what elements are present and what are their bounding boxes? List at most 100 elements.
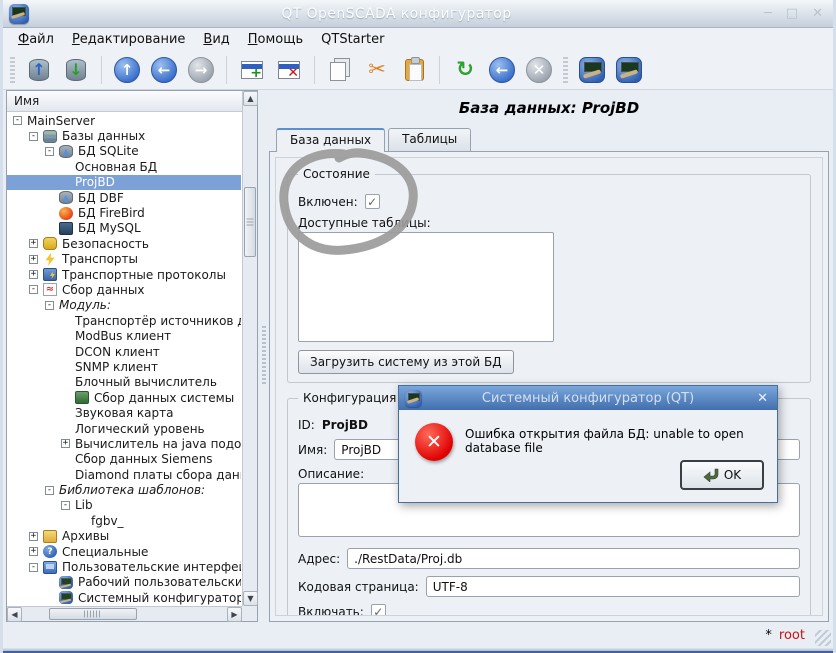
dialog-body: ✕ Ошибка открытия файла БД: unable to op… bbox=[399, 410, 777, 502]
tree-item--[interactable]: Транспортёр источников данных bbox=[7, 313, 241, 328]
tree-item--[interactable]: Основная БД bbox=[7, 159, 241, 174]
collapse-icon[interactable]: - bbox=[61, 501, 70, 510]
toolbar-grip[interactable] bbox=[10, 57, 15, 83]
menu-item-2[interactable]: Вид bbox=[194, 30, 238, 49]
back-button[interactable]: ← bbox=[148, 54, 180, 86]
refresh-button[interactable]: ↻ bbox=[449, 54, 481, 86]
expand-icon[interactable]: + bbox=[29, 255, 38, 264]
start-button[interactable]: ← bbox=[486, 54, 518, 86]
transports-icon bbox=[43, 253, 57, 266]
expand-icon[interactable]: + bbox=[61, 439, 70, 448]
tree-item--dbf[interactable]: БД DBF bbox=[7, 190, 241, 205]
tree-item-lib[interactable]: -Lib bbox=[7, 498, 241, 513]
tree-item--[interactable]: +Транспорты bbox=[7, 252, 241, 267]
resize-grip[interactable] bbox=[815, 630, 831, 646]
tree-item-fgbv-[interactable]: fgbv_ bbox=[7, 513, 241, 528]
tree-item--[interactable]: -Библиотека шаблонов: bbox=[7, 482, 241, 497]
tree-item--[interactable]: +Безопасность bbox=[7, 236, 241, 251]
tab-database[interactable]: База данных bbox=[276, 128, 385, 152]
collapse-icon[interactable]: - bbox=[45, 147, 54, 156]
forward-button[interactable]: → bbox=[185, 54, 217, 86]
tree-item-projbd[interactable]: ProjBD bbox=[7, 175, 241, 190]
tree-item--firebird[interactable]: БД FireBird bbox=[7, 205, 241, 220]
expand-icon[interactable]: + bbox=[29, 239, 38, 248]
scroll-left-icon[interactable]: ◀ bbox=[7, 607, 22, 622]
available-tables-list[interactable] bbox=[298, 232, 554, 342]
cut-button[interactable]: ✂ bbox=[361, 54, 393, 86]
copy-button[interactable] bbox=[324, 54, 356, 86]
remove-item-button[interactable]: ✕ bbox=[273, 54, 305, 86]
menu-item-1[interactable]: Редактирование bbox=[63, 30, 194, 49]
tree-item--sqlite[interactable]: -БД SQLite bbox=[7, 144, 241, 159]
tab-tables[interactable]: Таблицы bbox=[388, 128, 471, 151]
tree-item--[interactable]: Звуковая карта bbox=[7, 405, 241, 420]
db-group-icon bbox=[43, 130, 57, 143]
menu-item-3[interactable]: Помощь bbox=[239, 30, 312, 49]
titlebar[interactable]: QT OpenSCADA конфигуратор ─ □ ✕ bbox=[3, 0, 833, 28]
tree-item--[interactable]: -Сбор данных bbox=[7, 282, 241, 297]
collapse-icon[interactable]: - bbox=[29, 285, 38, 294]
menu-item-4[interactable]: QTStarter bbox=[312, 30, 393, 49]
enable-checkbox[interactable] bbox=[371, 604, 386, 616]
ok-button[interactable]: OK bbox=[680, 460, 764, 490]
tree-vertical-scrollbar[interactable]: ▲ ▼ bbox=[242, 91, 257, 606]
dialog-close-icon[interactable]: ✕ bbox=[754, 391, 771, 406]
toolbar-grip[interactable] bbox=[563, 57, 568, 83]
expand-icon[interactable]: + bbox=[29, 532, 38, 541]
tree-item-dcon-[interactable]: DCON клиент bbox=[7, 344, 241, 359]
codepage-input[interactable] bbox=[426, 576, 800, 597]
tree-item--[interactable]: Логический уровень bbox=[7, 421, 241, 436]
maximize-button[interactable]: □ bbox=[786, 6, 798, 21]
status-star: * bbox=[765, 628, 772, 643]
tree-item--[interactable]: Блочный вычислитель bbox=[7, 375, 241, 390]
paste-button[interactable] bbox=[398, 54, 430, 86]
tree-item--siemens[interactable]: Сбор данных Siemens bbox=[7, 452, 241, 467]
collapse-icon[interactable]: - bbox=[13, 116, 22, 125]
stop-button[interactable]: ✕ bbox=[523, 54, 555, 86]
tree-item--qt-[interactable]: Системный конфигуратор (QT) bbox=[7, 590, 241, 605]
enabled-checkbox[interactable] bbox=[365, 194, 380, 209]
tree-header[interactable]: Имя bbox=[7, 91, 257, 112]
load-from-db-button[interactable]: ↑ bbox=[23, 54, 55, 86]
tree-item--[interactable]: +Архивы bbox=[7, 529, 241, 544]
tree-item-mainserver[interactable]: -MainServer bbox=[7, 113, 241, 128]
scroll-down-icon[interactable]: ▼ bbox=[243, 591, 258, 606]
collapse-icon[interactable]: - bbox=[29, 132, 38, 141]
scroll-up-icon[interactable]: ▲ bbox=[243, 91, 258, 106]
scroll-right-icon[interactable]: ▶ bbox=[227, 607, 242, 622]
collapse-icon[interactable]: - bbox=[45, 301, 54, 310]
expand-icon[interactable]: + bbox=[29, 547, 38, 556]
splitter-handle[interactable] bbox=[258, 90, 269, 622]
expand-icon[interactable]: + bbox=[29, 270, 38, 279]
tree-item--java-[interactable]: +Вычислитель на java подобном языке bbox=[7, 436, 241, 451]
copy-icon bbox=[330, 62, 346, 81]
menu-item-0[interactable]: Файл bbox=[9, 30, 63, 49]
minimize-button[interactable]: ─ bbox=[764, 6, 772, 21]
qtstarter-config-button[interactable] bbox=[613, 54, 645, 86]
tree-horizontal-scrollbar[interactable]: ◀ ▶ bbox=[7, 606, 242, 621]
add-item-button[interactable]: + bbox=[236, 54, 268, 86]
up-level-button[interactable]: ↑ bbox=[111, 54, 143, 86]
qtstarter-workspace-button[interactable] bbox=[576, 54, 608, 86]
tree-item--[interactable]: +Транспортные протоколы bbox=[7, 267, 241, 282]
tree-item-diamond-[interactable]: Diamond платы сбора данных bbox=[7, 467, 241, 482]
collapse-icon[interactable]: - bbox=[29, 563, 38, 572]
tree-item--[interactable]: Сбор данных системы bbox=[7, 390, 241, 405]
horizontal-scroll-thumb[interactable] bbox=[49, 608, 137, 620]
save-to-db-button[interactable]: ↓ bbox=[60, 54, 92, 86]
tree-item--[interactable]: -Модуль: bbox=[7, 298, 241, 313]
close-button[interactable]: ✕ bbox=[812, 6, 823, 21]
vertical-scroll-thumb[interactable] bbox=[244, 187, 256, 257]
tree-item--qt-[interactable]: Рабочий пользовательский интерфейс (QT) bbox=[7, 575, 241, 590]
tree-item-modbus-[interactable]: ModBus клиент bbox=[7, 328, 241, 343]
tree-item--[interactable]: -Базы данных bbox=[7, 128, 241, 143]
tree-item-label: DCON клиент bbox=[75, 345, 160, 359]
tree-item-snmp-[interactable]: SNMP клиент bbox=[7, 359, 241, 374]
tree-item--mysql[interactable]: БД MySQL bbox=[7, 221, 241, 236]
address-input[interactable] bbox=[347, 548, 800, 569]
dialog-titlebar[interactable]: Системный конфигуратор (QT) ✕ bbox=[399, 386, 777, 410]
collapse-icon[interactable]: - bbox=[45, 486, 54, 495]
load-system-button[interactable]: Загрузить систему из этой БД bbox=[298, 350, 514, 374]
tree-item--[interactable]: +Специальные bbox=[7, 544, 241, 559]
tree-item--[interactable]: -Пользовательские интерфейсы bbox=[7, 559, 241, 574]
